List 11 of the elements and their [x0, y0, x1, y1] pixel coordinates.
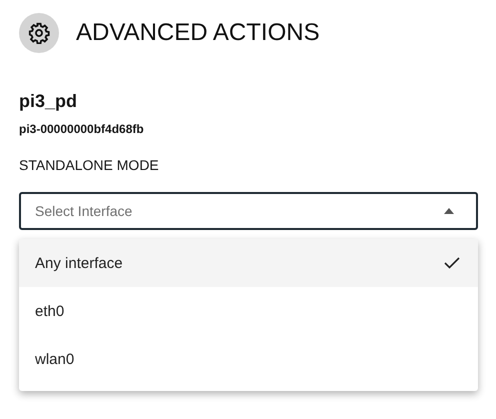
device-id: pi3-00000000bf4d68fb — [19, 122, 144, 136]
menu-item[interactable]: Any interface — [19, 239, 478, 287]
page-title: ADVANCED ACTIONS — [76, 19, 320, 47]
menu-item[interactable]: eth0 — [19, 287, 478, 335]
device-name: pi3_pd — [19, 90, 78, 112]
checkmark-icon — [444, 257, 460, 269]
settings-icon — [19, 13, 59, 53]
interface-select[interactable]: Select Interface — [19, 192, 478, 230]
section-label: STANDALONE MODE — [19, 157, 159, 173]
caret-icon — [444, 208, 454, 214]
menu-item[interactable]: wlan0 — [19, 335, 478, 383]
